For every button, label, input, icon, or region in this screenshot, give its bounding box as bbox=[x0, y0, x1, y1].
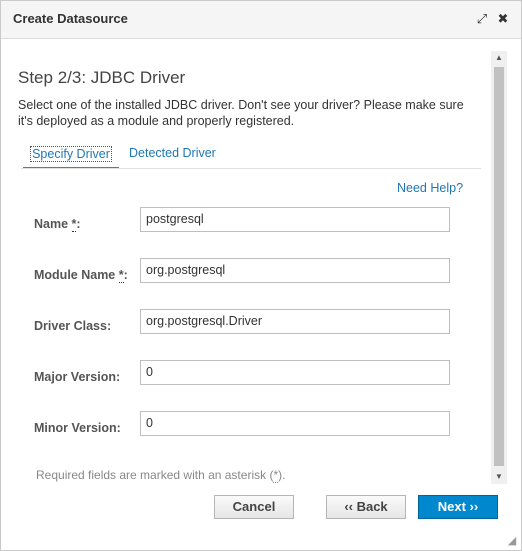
minor-version-label: Minor Version: bbox=[34, 421, 121, 435]
required-fields-note: Required fields are marked with an aster… bbox=[36, 468, 286, 483]
scroll-down-icon[interactable]: ▼ bbox=[491, 470, 507, 484]
major-version-field[interactable]: 0 bbox=[140, 360, 450, 385]
step-description: Select one of the installed JDBC driver.… bbox=[18, 98, 464, 128]
back-button[interactable]: ‹‹ Back bbox=[326, 495, 406, 519]
module-name-field[interactable]: org.postgresql bbox=[140, 258, 450, 283]
tab-specify-driver-label: Specify Driver bbox=[30, 146, 112, 162]
name-label: Name *: bbox=[34, 217, 81, 232]
driver-class-field[interactable]: org.postgresql.Driver bbox=[140, 309, 450, 334]
minor-version-field[interactable]: 0 bbox=[140, 411, 450, 436]
name-field[interactable]: postgresql bbox=[140, 207, 450, 232]
tab-specify-driver[interactable]: Specify Driver bbox=[23, 146, 119, 169]
cancel-button[interactable]: Cancel bbox=[214, 495, 294, 519]
major-version-label: Major Version: bbox=[34, 370, 121, 384]
need-help-link[interactable]: Need Help? bbox=[397, 181, 463, 195]
vertical-scrollbar[interactable]: ▲ ▼ bbox=[491, 51, 507, 484]
create-datasource-dialog: Create Datasource ⤢ ✖ Step 2/3: JDBC Dri… bbox=[0, 0, 522, 551]
dialog-title: Create Datasource bbox=[13, 11, 128, 26]
next-button[interactable]: Next ›› bbox=[418, 495, 498, 519]
tab-detected-driver[interactable]: Detected Driver bbox=[129, 146, 216, 160]
scrollbar-thumb[interactable] bbox=[494, 67, 504, 466]
module-name-label: Module Name *: bbox=[34, 268, 128, 283]
scroll-up-icon[interactable]: ▲ bbox=[491, 51, 507, 65]
dialog-content: Step 2/3: JDBC Driver Select one of the … bbox=[1, 40, 491, 485]
driver-class-label: Driver Class: bbox=[34, 319, 112, 333]
step-title: Step 2/3: JDBC Driver bbox=[18, 68, 186, 87]
maximize-icon[interactable]: ⤢ bbox=[474, 10, 490, 28]
dialog-titlebar: Create Datasource ⤢ ✖ bbox=[1, 1, 521, 39]
resize-grip-icon[interactable]: ◢ bbox=[505, 534, 519, 548]
close-icon[interactable]: ✖ bbox=[495, 10, 511, 28]
tabs-divider bbox=[21, 168, 481, 169]
